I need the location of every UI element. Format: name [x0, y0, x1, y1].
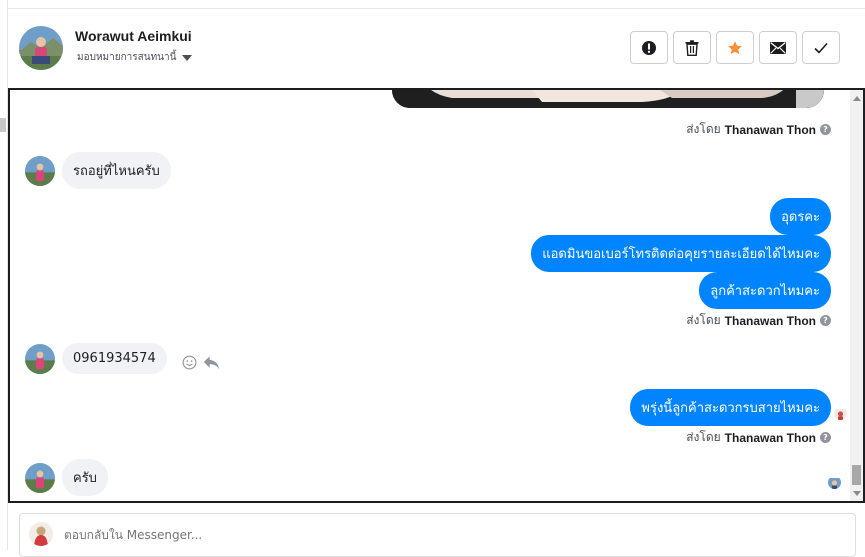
- seen-avatar: [828, 476, 841, 489]
- contact-avatar[interactable]: [25, 155, 55, 186]
- incoming-message-bubble[interactable]: ครับ: [62, 459, 108, 496]
- inbox-conversation-panel: Worawut Aeimkui มอบหมายการสนทนานี้ ส่งโด…: [0, 0, 865, 557]
- conversation-actions: [630, 31, 840, 64]
- page-avatar: [29, 522, 53, 546]
- incoming-message-row: ครับ: [25, 459, 108, 496]
- left-panel-edge: [0, 0, 8, 550]
- mark-done-button[interactable]: [802, 31, 840, 64]
- envelope-icon: [770, 41, 786, 54]
- help-icon[interactable]: ?: [820, 432, 831, 443]
- sent-by-name[interactable]: Thanawan Thon: [725, 431, 816, 445]
- seen-avatar: [834, 407, 847, 420]
- message-thread[interactable]: ส่งโดย Thanawan Thon ? รถอยู่ที่ไหนครับ …: [8, 88, 865, 503]
- incoming-message-bubble[interactable]: 0961934574: [62, 343, 167, 374]
- delete-button[interactable]: [673, 31, 711, 64]
- shared-photo[interactable]: [392, 90, 824, 108]
- contact-avatar[interactable]: [19, 26, 63, 70]
- outgoing-message-bubble[interactable]: พรุ่งนี้ลูกค้าสะดวกรบสายไหมคะ: [630, 389, 831, 426]
- star-icon: [728, 40, 742, 54]
- reply-composer[interactable]: [19, 513, 856, 557]
- smiley-icon[interactable]: [182, 355, 197, 370]
- contact-avatar[interactable]: [25, 343, 55, 374]
- conversation-header: Worawut Aeimkui มอบหมายการสนทนานี้: [8, 9, 865, 89]
- left-panel-marker: [0, 118, 6, 132]
- outgoing-message-bubble[interactable]: ลูกค้าสะดวกไหมคะ: [699, 272, 831, 309]
- mark-spam-button[interactable]: [630, 31, 668, 64]
- contact-name[interactable]: Worawut Aeimkui: [75, 28, 192, 44]
- scroll-down-arrow-icon[interactable]: [853, 491, 861, 496]
- message-actions: [182, 355, 220, 370]
- sent-by-prefix: ส่งโดย: [686, 122, 721, 136]
- incoming-message-row: 0961934574: [25, 343, 220, 374]
- thread-scrollbar[interactable]: [850, 90, 863, 501]
- reply-input[interactable]: [64, 528, 764, 542]
- reply-icon[interactable]: [203, 355, 220, 370]
- checkmark-icon: [814, 42, 828, 54]
- chevron-down-icon: [182, 54, 193, 61]
- scrollbar-thumb[interactable]: [852, 465, 861, 485]
- mark-unread-button[interactable]: [759, 31, 797, 64]
- incoming-message-bubble[interactable]: รถอยู่ที่ไหนครับ: [62, 152, 171, 189]
- contact-avatar[interactable]: [25, 462, 55, 493]
- sent-by-label: ส่งโดย Thanawan Thon ?: [686, 428, 831, 447]
- alert-icon: [642, 40, 656, 55]
- outgoing-message-bubble[interactable]: อุดรคะ: [770, 198, 831, 235]
- assign-conversation-dropdown[interactable]: มอบหมายการสนทนานี้: [77, 50, 193, 65]
- assign-label: มอบหมายการสนทนานี้: [77, 52, 177, 63]
- incoming-message-row: รถอยู่ที่ไหนครับ: [25, 152, 171, 189]
- sent-by-label: ส่งโดย Thanawan Thon ?: [686, 311, 831, 330]
- scroll-up-arrow-icon[interactable]: [853, 96, 861, 101]
- star-button[interactable]: [716, 31, 754, 64]
- sent-by-name[interactable]: Thanawan Thon: [725, 314, 816, 328]
- sent-by-name[interactable]: Thanawan Thon: [725, 123, 816, 137]
- help-icon[interactable]: ?: [820, 315, 831, 326]
- sent-by-label: ส่งโดย Thanawan Thon ?: [686, 120, 831, 139]
- sent-by-prefix: ส่งโดย: [686, 430, 721, 444]
- sent-by-prefix: ส่งโดย: [686, 313, 721, 327]
- trash-icon: [685, 39, 699, 56]
- outgoing-message-bubble[interactable]: แอดมินขอเบอร์โทรติดต่อคุยรายละเอียดได้ไห…: [531, 235, 831, 272]
- help-icon[interactable]: ?: [820, 124, 831, 135]
